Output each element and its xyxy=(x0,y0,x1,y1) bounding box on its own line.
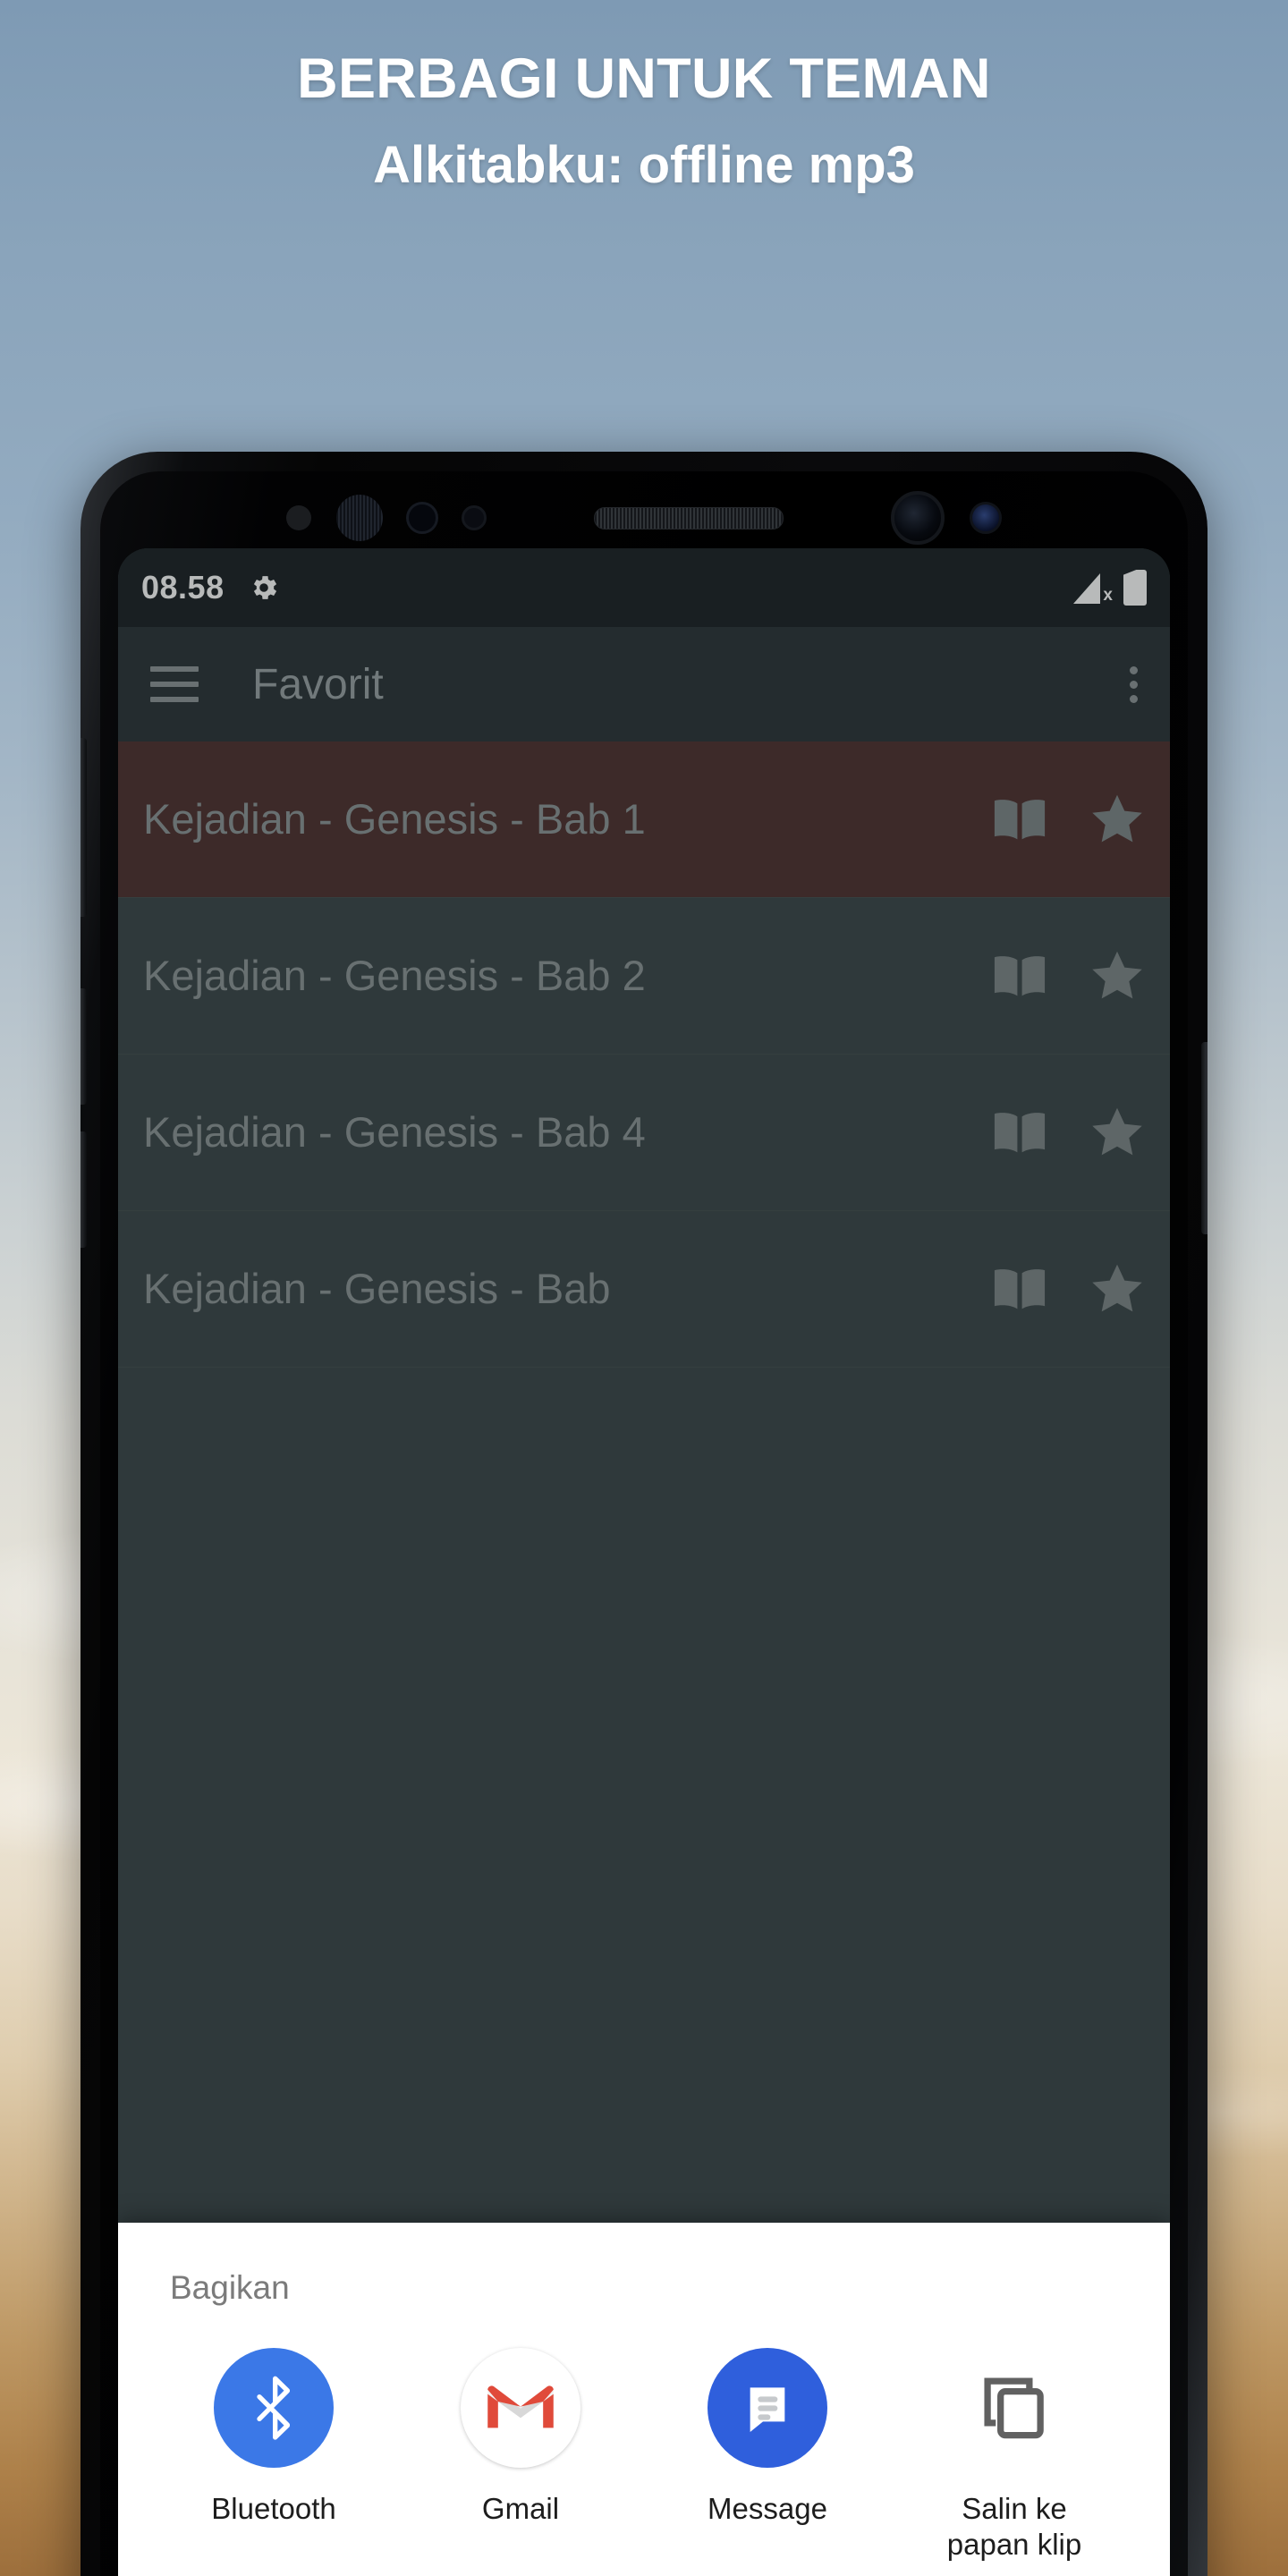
volume-down-button[interactable] xyxy=(80,988,87,1105)
list-item-title: Kejadian - Genesis - Bab 2 xyxy=(143,952,646,1000)
status-bar: 08.58 x xyxy=(118,548,1170,627)
share-sheet: Bagikan Bluetooth Gmail Message Salin ke… xyxy=(118,2223,1170,2576)
share-sheet-title: Bagikan xyxy=(170,2269,290,2306)
front-camera xyxy=(406,502,438,534)
list-item[interactable]: Kejadian - Genesis - Bab 1 xyxy=(118,741,1170,898)
signal-x-badge: x xyxy=(1103,586,1113,605)
battery-icon xyxy=(1123,570,1147,606)
clipboard-copy-icon xyxy=(954,2348,1074,2468)
sensor-cluster xyxy=(80,491,1208,545)
bluetooth-icon xyxy=(214,2348,334,2468)
promo-title: BERBAGI UNTUK TEMAN xyxy=(297,47,991,110)
share-target-label: Gmail xyxy=(481,2492,560,2525)
ambient-sensor xyxy=(462,505,487,530)
signal-no-service-icon: x xyxy=(1073,572,1113,605)
promo-header: BERBAGI UNTUK TEMAN Alkitabku: offline m… xyxy=(0,0,1288,193)
share-target-label: Bluetooth xyxy=(211,2492,336,2525)
promo-subtitle: Alkitabku: offline mp3 xyxy=(373,136,915,195)
star-icon[interactable] xyxy=(1088,1260,1147,1318)
share-target-bluetooth[interactable]: Bluetooth xyxy=(150,2348,397,2563)
book-icon[interactable] xyxy=(991,1109,1048,1156)
list-item-actions xyxy=(991,1260,1147,1318)
star-icon[interactable] xyxy=(1088,1104,1147,1161)
status-right-icons: x xyxy=(1073,570,1147,606)
page-title: Favorit xyxy=(252,660,384,708)
status-led xyxy=(970,502,1002,534)
list-item-actions xyxy=(991,791,1147,848)
front-camera-main xyxy=(891,491,945,545)
list-item-title: Kejadian - Genesis - Bab 4 xyxy=(143,1108,646,1157)
book-icon[interactable] xyxy=(991,796,1048,843)
share-target-gmail[interactable]: Gmail xyxy=(397,2348,644,2563)
gear-icon xyxy=(248,572,280,604)
app-bar: Favorit xyxy=(118,627,1170,741)
list-item-actions xyxy=(991,947,1147,1004)
book-icon[interactable] xyxy=(991,953,1048,999)
iris-scanner xyxy=(336,495,383,541)
share-target-clipboard[interactable]: Salin ke papan klip xyxy=(891,2348,1138,2563)
list-item-actions xyxy=(991,1104,1147,1161)
book-icon[interactable] xyxy=(991,1266,1048,1312)
volume-up-button[interactable] xyxy=(80,1131,87,1248)
star-icon[interactable] xyxy=(1088,947,1147,1004)
list-item-title: Kejadian - Genesis - Bab xyxy=(143,1265,611,1313)
overflow-menu-icon[interactable] xyxy=(1130,665,1138,703)
list-item[interactable]: Kejadian - Genesis - Bab 2 xyxy=(118,898,1170,1055)
share-target-label: Salin ke papan klip xyxy=(946,2492,1082,2562)
power-button[interactable] xyxy=(1201,1042,1208,1234)
gmail-icon xyxy=(461,2348,580,2468)
messages-icon xyxy=(708,2348,827,2468)
phone-mockup: 08.58 x Favorit Kejadian - Genesis - Bab… xyxy=(80,452,1208,2576)
promo-screenshot: BERBAGI UNTUK TEMAN Alkitabku: offline m… xyxy=(0,0,1288,2576)
list-item[interactable]: Kejadian - Genesis - Bab 4 xyxy=(118,1055,1170,1211)
star-icon[interactable] xyxy=(1088,791,1147,848)
share-target-message[interactable]: Message xyxy=(644,2348,891,2563)
list-item[interactable]: Kejadian - Genesis - Bab xyxy=(118,1211,1170,1368)
share-target-grid: Bluetooth Gmail Message Salin ke papan k… xyxy=(118,2307,1170,2576)
hamburger-menu-icon[interactable] xyxy=(150,666,199,702)
status-time: 08.58 xyxy=(141,569,225,606)
list-item-title: Kejadian - Genesis - Bab 1 xyxy=(143,795,646,843)
proximity-sensor xyxy=(286,505,311,530)
share-target-label: Message xyxy=(708,2492,827,2525)
earpiece-speaker xyxy=(594,506,784,530)
bixby-button[interactable] xyxy=(80,738,87,917)
device-screen: 08.58 x Favorit Kejadian - Genesis - Bab… xyxy=(118,548,1170,2576)
